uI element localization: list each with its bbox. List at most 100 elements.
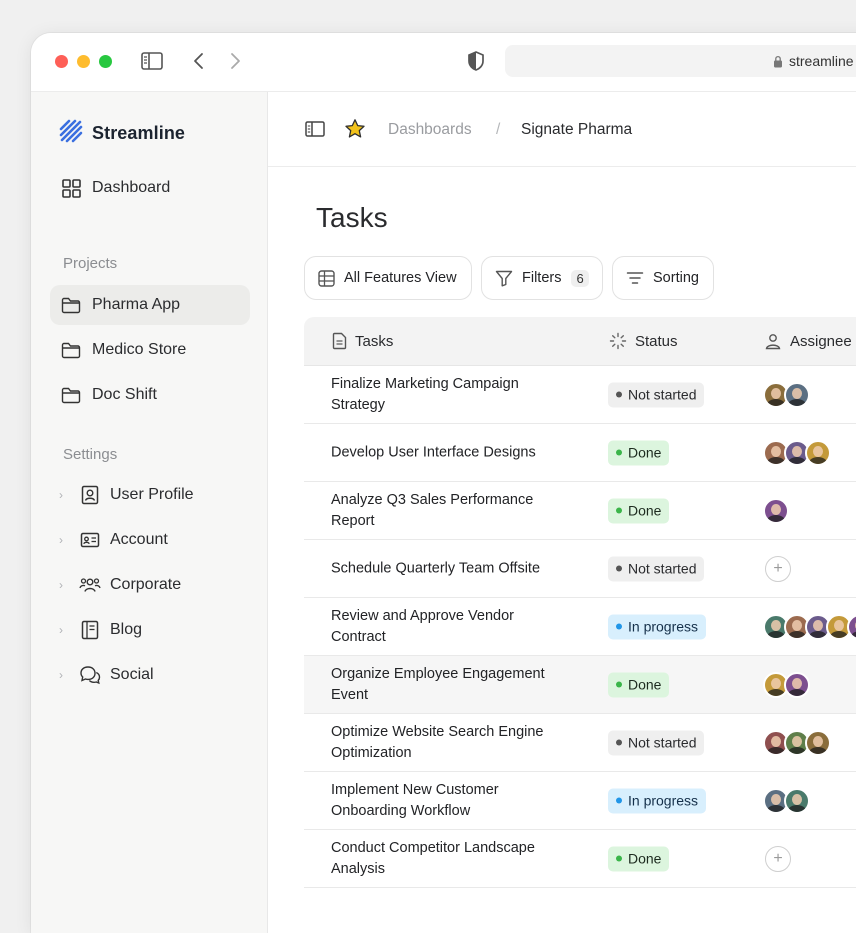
sort-icon (626, 271, 644, 285)
assignee-avatars[interactable] (763, 613, 856, 640)
assignee-avatars[interactable] (763, 497, 789, 524)
minimize-window-button[interactable] (77, 55, 90, 68)
filters-label: Filters (522, 270, 562, 286)
table-row[interactable]: Schedule Quarterly Team Offsite Not start… (304, 540, 856, 598)
status-dot (616, 681, 622, 688)
sorting-button[interactable]: Sorting (612, 256, 714, 300)
table-row[interactable]: Implement New Customer Onboarding Workfl… (304, 772, 856, 830)
address-bar[interactable]: streamline (505, 45, 856, 77)
status-badge[interactable]: Done (608, 846, 670, 871)
shield-icon[interactable] (467, 50, 485, 72)
avatar[interactable] (784, 787, 810, 814)
assignee-avatars[interactable] (763, 439, 831, 466)
task-name[interactable]: Optimize Website Search Engine Optimizat… (331, 722, 559, 764)
chevron-right-icon[interactable]: › (59, 533, 69, 547)
status-label: In progress (628, 618, 699, 635)
avatar[interactable] (805, 729, 831, 756)
lock-icon (773, 55, 783, 68)
loader-icon (609, 332, 627, 350)
assignee-avatars[interactable] (763, 381, 810, 408)
sidebar-item-account[interactable]: › Account (59, 523, 249, 557)
view-selector-button[interactable]: All Features View (304, 256, 472, 300)
status-dot (616, 739, 622, 746)
status-label: In progress (628, 792, 699, 809)
task-name[interactable]: Organize Employee Engagement Event (331, 664, 559, 706)
avatar[interactable] (784, 381, 810, 408)
add-assignee-button[interactable]: + (765, 845, 791, 872)
chat-icon (79, 664, 101, 686)
sidebar-item-corporate[interactable]: › Corporate (59, 568, 249, 602)
sidebar-item-medico-store[interactable]: Medico Store (50, 330, 250, 370)
status-badge[interactable]: Not started (608, 382, 705, 407)
sidebar-item-label: Social (110, 666, 154, 683)
column-header-label: Assignee (790, 332, 852, 350)
status-badge[interactable]: Done (608, 440, 670, 465)
table-row[interactable]: Finalize Marketing Campaign Strategy Not … (304, 366, 856, 424)
sidebar-item-doc-shift[interactable]: Doc Shift (50, 375, 250, 415)
avatar[interactable] (784, 671, 810, 698)
maximize-window-button[interactable] (99, 55, 112, 68)
table-row[interactable]: Conduct Competitor Landscape Analysis Don… (304, 830, 856, 888)
table-row[interactable]: Review and Approve Vendor Contract In pro… (304, 598, 856, 656)
app-logo[interactable]: Streamline (58, 118, 185, 149)
status-badge[interactable]: In progress (608, 614, 707, 639)
table-row[interactable]: Organize Employee Engagement Event Done (304, 656, 856, 714)
status-label: Done (628, 502, 662, 519)
breadcrumb-parent[interactable]: Dashboards (388, 121, 472, 139)
browser-window: streamline Streamline Dashboard Projects… (31, 33, 856, 933)
url-text: streamline (789, 53, 854, 69)
sidebar-item-user-profile[interactable]: › User Profile (59, 478, 249, 512)
breadcrumb-current[interactable]: Signate Pharma (521, 121, 632, 139)
column-header-label: Status (635, 332, 678, 350)
task-name[interactable]: Conduct Competitor Landscape Analysis (331, 838, 559, 880)
column-header-status[interactable]: Status (609, 317, 678, 365)
task-name[interactable]: Schedule Quarterly Team Offsite (331, 558, 559, 579)
sidebar-item-blog[interactable]: › Blog (59, 613, 249, 647)
table-row[interactable]: Optimize Website Search Engine Optimizat… (304, 714, 856, 772)
table-row[interactable]: Develop User Interface Designs Done (304, 424, 856, 482)
sidebar-item-label: Corporate (110, 576, 182, 593)
sidebar-item-dashboard[interactable]: Dashboard (50, 168, 250, 208)
table-row[interactable]: Analyze Q3 Sales Performance Report Done (304, 482, 856, 540)
star-icon[interactable] (344, 118, 366, 139)
panel-toggle-icon[interactable] (305, 121, 325, 137)
avatar[interactable] (763, 497, 789, 524)
avatar[interactable] (805, 439, 831, 466)
sidebar-item-social[interactable]: › Social (59, 658, 249, 692)
status-label: Not started (628, 734, 697, 751)
assignee-avatars[interactable] (763, 787, 810, 814)
file-icon (332, 332, 347, 350)
status-badge[interactable]: Not started (608, 730, 705, 755)
task-name[interactable]: Review and Approve Vendor Contract (331, 606, 559, 648)
close-window-button[interactable] (55, 55, 68, 68)
browser-titlebar: streamline (31, 33, 856, 92)
status-badge[interactable]: In progress (608, 788, 707, 813)
sidebar-item-label: Doc Shift (92, 386, 157, 403)
task-name[interactable]: Finalize Marketing Campaign Strategy (331, 374, 559, 416)
sidebar-item-label: Pharma App (92, 296, 181, 313)
chevron-right-icon[interactable]: › (59, 578, 69, 592)
column-header-assignee[interactable]: Assignee (764, 317, 852, 365)
chevron-right-icon[interactable]: › (59, 623, 69, 637)
add-assignee-button[interactable]: + (765, 555, 791, 582)
status-badge[interactable]: Not started (608, 556, 705, 581)
assignee-avatars[interactable] (763, 729, 831, 756)
forward-arrow-icon[interactable] (228, 51, 242, 71)
sidebar-item-pharma-app[interactable]: Pharma App (50, 285, 250, 325)
task-name[interactable]: Analyze Q3 Sales Performance Report (331, 490, 559, 532)
task-name[interactable]: Develop User Interface Designs (331, 442, 559, 463)
status-badge[interactable]: Done (608, 672, 670, 697)
filters-button[interactable]: Filters 6 (481, 256, 603, 300)
assignee-avatars[interactable] (763, 671, 810, 698)
back-arrow-icon[interactable] (192, 51, 206, 71)
tasks-table: Tasks Status Assignee Finalize Marketing… (304, 317, 856, 888)
chevron-right-icon[interactable]: › (59, 488, 69, 502)
status-label: Done (628, 676, 662, 693)
status-badge[interactable]: Done (608, 498, 670, 523)
filters-count-badge: 6 (571, 269, 589, 287)
sidebar-toggle-icon[interactable] (141, 52, 163, 70)
status-dot (616, 855, 622, 862)
column-header-tasks[interactable]: Tasks (332, 317, 393, 365)
chevron-right-icon[interactable]: › (59, 668, 69, 682)
task-name[interactable]: Implement New Customer Onboarding Workfl… (331, 780, 559, 822)
